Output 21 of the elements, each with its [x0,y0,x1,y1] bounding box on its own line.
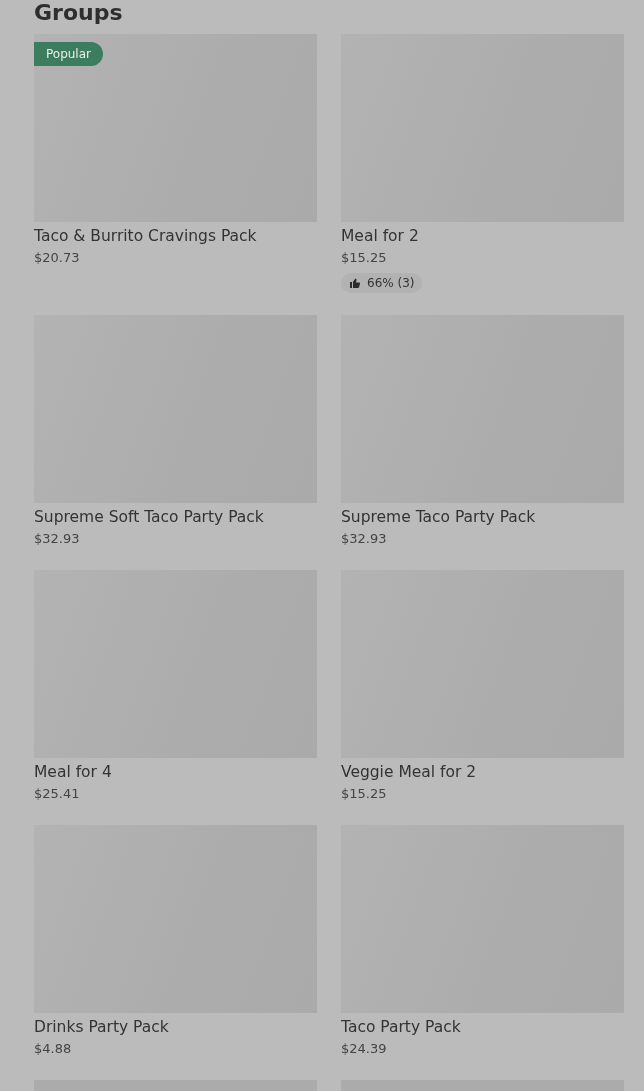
item-price: $32.93 [34,530,80,548]
item-name[interactable]: Meal for 2 [341,226,419,246]
card-image[interactable]: Popular [34,34,317,222]
rating-text: 66% (3) [367,276,415,290]
section-title: Groups [34,0,124,26]
item-price: $4.88 [34,1040,72,1058]
item-name[interactable]: Supreme Soft Taco Party Pack [34,507,264,527]
item-price: $32.93 [341,530,387,548]
item-name[interactable]: Taco & Burrito Cravings Pack [34,226,257,246]
item-name[interactable]: Meal for 4 [34,762,112,782]
item-price: $25.41 [34,785,80,803]
item-name[interactable]: Drinks Party Pack [34,1017,169,1037]
item-name[interactable]: Veggie Meal for 2 [341,762,477,782]
thumbs-up-icon [349,277,361,289]
popular-badge: Popular [34,42,103,66]
item-name[interactable]: Supreme Taco Party Pack [341,507,536,527]
item-price: $15.25 [341,785,387,803]
item-price: $24.39 [341,1040,387,1058]
item-price: $20.73 [34,249,80,267]
item-name[interactable]: Taco Party Pack [341,1017,461,1037]
item-price: $15.25 [341,249,387,267]
